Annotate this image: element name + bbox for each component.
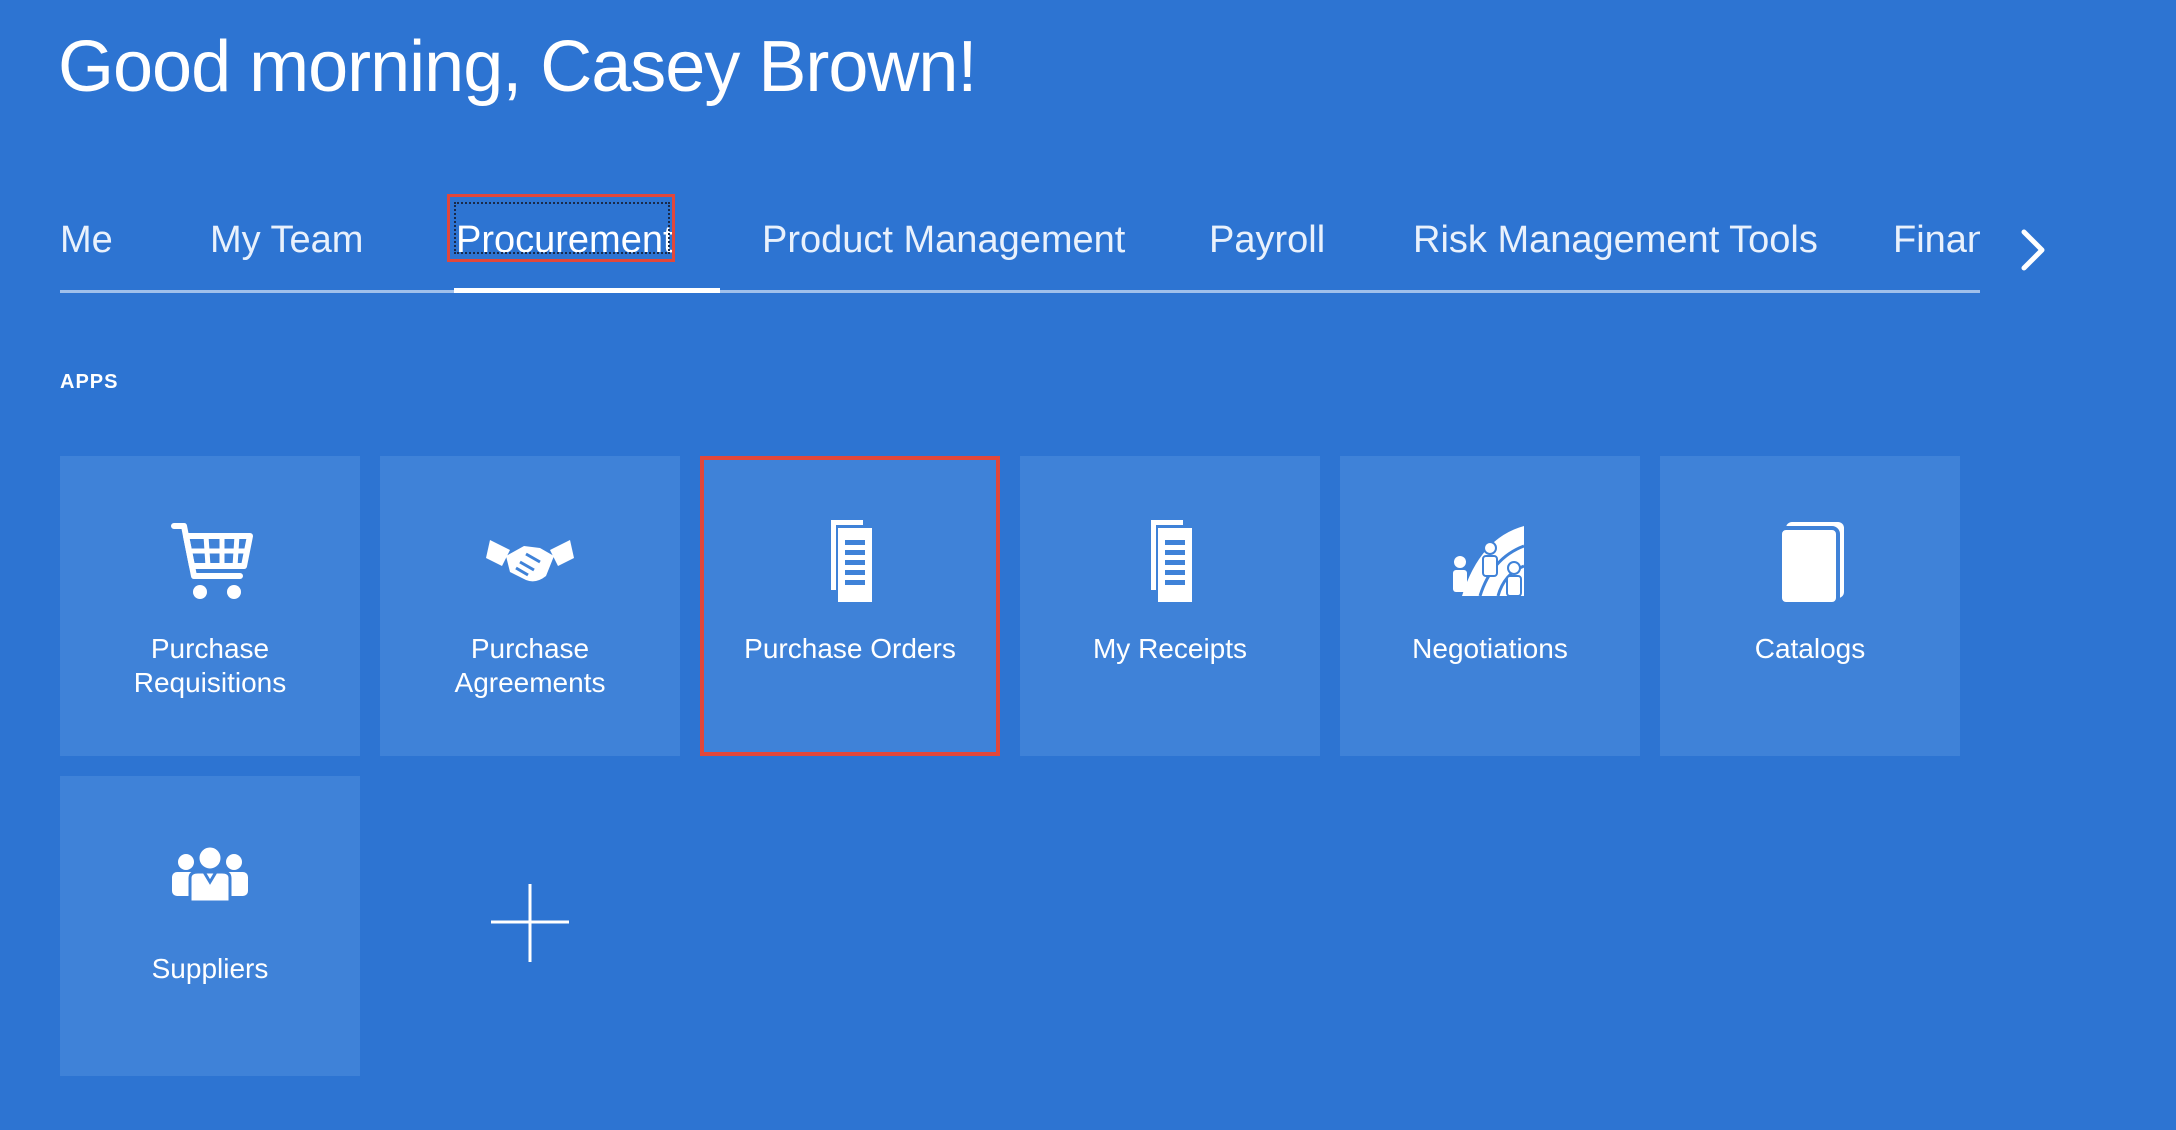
document-icon xyxy=(800,518,900,608)
add-app-button[interactable] xyxy=(380,776,680,1076)
tab-me[interactable]: Me xyxy=(60,216,113,264)
tile-label-line1: Purchase Orders xyxy=(744,633,956,664)
tile-label: Negotiations xyxy=(1350,632,1630,666)
tabs-divider xyxy=(60,290,1980,293)
tab-product-management[interactable]: Product Management xyxy=(762,216,1125,264)
tab-highlight-box xyxy=(447,194,675,262)
tile-label: Catalogs xyxy=(1670,632,1950,666)
document-icon xyxy=(1120,518,1220,608)
catalog-icon xyxy=(1760,518,1860,608)
tile-label-line1: Purchase xyxy=(150,633,270,664)
tile-label: Purchase Orders xyxy=(710,632,990,666)
tab-payroll[interactable]: Payroll xyxy=(1209,216,1325,264)
tab-risk-management-tools[interactable]: Risk Management Tools xyxy=(1413,216,1818,264)
navigation-tabs: Me My Team Procurement Product Managemen… xyxy=(60,190,1980,294)
app-tile-suppliers[interactable]: Suppliers xyxy=(60,776,360,1076)
tile-label: Suppliers xyxy=(70,952,350,986)
tile-label-line2: Agreements xyxy=(454,667,606,698)
tab-finance-truncated[interactable]: Finan xyxy=(1893,216,1980,264)
app-tile-purchase-requisitions[interactable]: Purchase Requisitions xyxy=(60,456,360,756)
tile-label-line1: My Receipts xyxy=(1092,633,1248,664)
app-tile-my-receipts[interactable]: My Receipts xyxy=(1020,456,1320,756)
tab-my-team[interactable]: My Team xyxy=(210,216,363,264)
tile-label: Purchase Requisitions xyxy=(70,632,350,700)
tile-label-line1: Suppliers xyxy=(151,953,269,984)
negotiation-icon xyxy=(1440,518,1540,608)
tab-strip: Me My Team Procurement Product Managemen… xyxy=(60,190,1980,290)
app-tile-catalogs[interactable]: Catalogs xyxy=(1660,456,1960,756)
tile-label-line1: Purchase xyxy=(470,633,590,664)
tile-label-line2: Requisitions xyxy=(133,667,287,698)
tile-label-line1: Catalogs xyxy=(1754,633,1866,664)
next-tabs-chevron-icon[interactable] xyxy=(2010,220,2058,280)
shopping-cart-icon xyxy=(160,518,260,608)
plus-icon xyxy=(491,884,569,962)
app-tile-purchase-agreements[interactable]: Purchase Agreements xyxy=(380,456,680,756)
tile-label: Purchase Agreements xyxy=(390,632,670,700)
app-tile-negotiations[interactable]: Negotiations xyxy=(1340,456,1640,756)
active-tab-indicator xyxy=(454,288,720,293)
greeting-title: Good morning, Casey Brown! xyxy=(58,27,977,107)
tile-label-line1: Negotiations xyxy=(1412,633,1568,664)
people-icon xyxy=(160,838,260,928)
app-tile-purchase-orders[interactable]: Purchase Orders xyxy=(700,456,1000,756)
apps-section-label: APPS xyxy=(60,371,119,393)
handshake-icon xyxy=(480,518,580,608)
tile-label: My Receipts xyxy=(1030,632,1310,666)
